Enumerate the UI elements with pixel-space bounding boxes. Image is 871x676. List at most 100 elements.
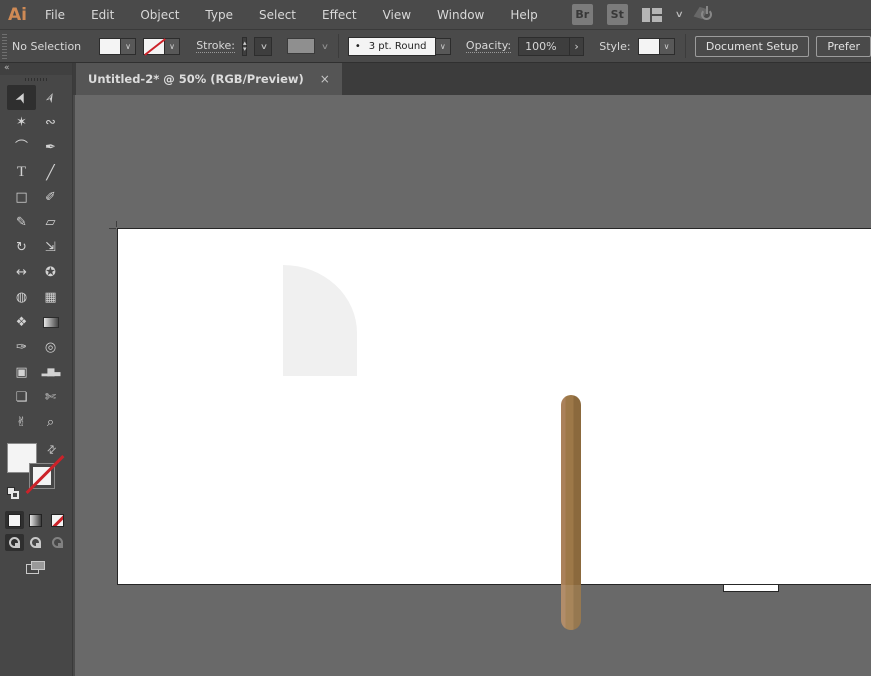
chevron-down-icon[interactable]: ∨: [660, 38, 675, 55]
direct-selection-tool[interactable]: ➢: [36, 85, 65, 110]
chevron-down-icon[interactable]: ∨: [436, 38, 451, 55]
small-white-notch[interactable]: [723, 585, 779, 592]
chevron-down-icon[interactable]: ∨: [165, 38, 180, 55]
panel-grip-icon[interactable]: [2, 34, 7, 59]
width-tool[interactable]: ↔: [7, 260, 36, 285]
preferences-button[interactable]: Prefer: [816, 36, 871, 57]
menu-item-file[interactable]: File: [45, 8, 65, 22]
puppet-warp-tool[interactable]: ✪: [36, 260, 65, 285]
paintbrush-tool[interactable]: ✐: [36, 185, 65, 210]
column-graph-tool[interactable]: ▂▆▃: [36, 360, 65, 385]
blend-icon: ◎: [45, 341, 56, 354]
eyedropper-tool[interactable]: ✑: [7, 335, 36, 360]
eraser-tool[interactable]: ▱: [36, 210, 65, 235]
pen-tool[interactable]: ✒: [36, 135, 65, 160]
draw-behind-button[interactable]: [26, 534, 45, 551]
brush-definition-dropdown[interactable]: • 3 pt. Round ∨: [348, 37, 451, 56]
document-tab-title: Untitled-2* @ 50% (RGB/Preview): [88, 72, 304, 86]
opacity-control[interactable]: 100% ›: [518, 37, 584, 56]
fill-stroke-widget: ⇄: [7, 443, 65, 505]
style-swatch[interactable]: [638, 38, 660, 55]
popsicle-stick[interactable]: [561, 395, 581, 630]
bridge-icon[interactable]: Br: [572, 4, 593, 25]
arrow-right-icon[interactable]: ›: [570, 37, 584, 56]
document-setup-button[interactable]: Document Setup: [695, 36, 810, 57]
brush-field[interactable]: • 3 pt. Round: [348, 37, 436, 56]
brush-dot-icon: •: [355, 41, 361, 52]
menu-item-window[interactable]: Window: [437, 8, 484, 22]
panel-collapse-button[interactable]: «: [0, 63, 72, 75]
menu-bar-right: Br St ∨: [572, 4, 717, 25]
canvas-area[interactable]: [75, 95, 871, 676]
stroke-weight-stepper[interactable]: ▴ ▾: [242, 37, 248, 56]
menu-item-help[interactable]: Help: [510, 8, 537, 22]
panel-drag-grip[interactable]: [0, 75, 72, 83]
fill-swatch[interactable]: [99, 38, 121, 55]
document-tab[interactable]: Untitled-2* @ 50% (RGB/Preview) ×: [76, 63, 342, 95]
type-tool[interactable]: T: [7, 160, 36, 185]
column-graph-icon: ▂▆▃: [42, 368, 60, 377]
eyedropper-icon: ✑: [16, 341, 27, 354]
fill-color-dropdown[interactable]: ∨: [99, 38, 136, 55]
scale-tool[interactable]: ⇲: [36, 235, 65, 260]
none-button[interactable]: [48, 511, 67, 529]
perspective-grid-tool[interactable]: ▦: [36, 285, 65, 310]
lasso-tool[interactable]: ∾: [36, 110, 65, 135]
chevron-down-icon[interactable]: ▾: [243, 46, 247, 52]
draw-normal-button[interactable]: [5, 534, 24, 551]
default-fill-stroke-icon[interactable]: [7, 487, 20, 500]
color-button[interactable]: [5, 511, 24, 529]
stroke-none-swatch[interactable]: [143, 38, 165, 55]
slice-tool[interactable]: ✄: [36, 385, 65, 410]
eraser-icon: ▱: [46, 216, 56, 229]
close-icon[interactable]: ×: [320, 72, 330, 86]
shaper-tool[interactable]: ✎: [7, 210, 36, 235]
symbol-sprayer-tool[interactable]: ▣: [7, 360, 36, 385]
style-dropdown[interactable]: ∨: [638, 38, 675, 55]
rotate-tool[interactable]: ↻: [7, 235, 36, 260]
menu-item-object[interactable]: Object: [140, 8, 179, 22]
gradient-button[interactable]: [26, 511, 45, 529]
curvature-icon: ⌒: [15, 141, 28, 154]
stroke-color-dropdown[interactable]: ∨: [143, 38, 180, 55]
blend-tool[interactable]: ◎: [36, 335, 65, 360]
menu-bar: Ai FileEditObjectTypeSelectEffectViewWin…: [0, 0, 871, 30]
shape-builder-tool[interactable]: ◍: [7, 285, 36, 310]
chevron-down-icon[interactable]: ∨: [260, 42, 268, 51]
zoom-tool[interactable]: ⌕: [36, 410, 65, 435]
style-label: Style:: [599, 40, 630, 53]
hand-tool[interactable]: ✌: [7, 410, 36, 435]
menu-item-effect[interactable]: Effect: [322, 8, 357, 22]
selection-status: No Selection: [12, 40, 81, 53]
slice-icon: ✄: [45, 391, 56, 404]
opacity-label[interactable]: Opacity:: [466, 39, 511, 53]
artboard[interactable]: [117, 228, 871, 585]
artboard-tool[interactable]: ❏: [7, 385, 36, 410]
curvature-tool[interactable]: ⌒: [7, 135, 36, 160]
menu-item-select[interactable]: Select: [259, 8, 296, 22]
mesh-tool[interactable]: ❖: [7, 310, 36, 335]
stroke-weight-select[interactable]: ∨: [254, 37, 271, 56]
screen-mode-button[interactable]: [26, 561, 46, 575]
gpu-performance-icon[interactable]: [696, 6, 716, 24]
chevron-down-icon[interactable]: ∨: [121, 38, 136, 55]
gradient-tool[interactable]: [36, 310, 65, 335]
magic-wand-tool[interactable]: ✶: [7, 110, 36, 135]
menu-item-view[interactable]: View: [383, 8, 411, 22]
workspace-switcher-icon[interactable]: [642, 8, 662, 22]
line-tool[interactable]: ╱: [36, 160, 65, 185]
rectangle-icon: □: [15, 191, 27, 204]
swap-fill-stroke-icon[interactable]: ⇄: [44, 442, 60, 458]
opacity-field[interactable]: 100%: [518, 37, 570, 56]
menu-item-edit[interactable]: Edit: [91, 8, 114, 22]
tools-grid: ➤➢✶∾ ⌒ ✒T╱ □ ✐✎ ▱ ↻⇲ ↔ ✪◍▦❖ ✑ ◎ ▣ ▂▆▃ ❏ ✄ ✌⌕: [7, 85, 65, 435]
menu-item-type[interactable]: Type: [205, 8, 233, 22]
selection-tool[interactable]: ➤: [7, 85, 36, 110]
draw-inside-button[interactable]: [48, 534, 67, 551]
width-icon: ↔: [16, 266, 27, 279]
color-type-row: [5, 511, 67, 529]
chevron-down-icon[interactable]: ∨: [674, 10, 683, 20]
rectangle-tool[interactable]: □: [7, 185, 36, 210]
stock-icon[interactable]: St: [607, 4, 628, 25]
stroke-label[interactable]: Stroke:: [196, 39, 235, 53]
